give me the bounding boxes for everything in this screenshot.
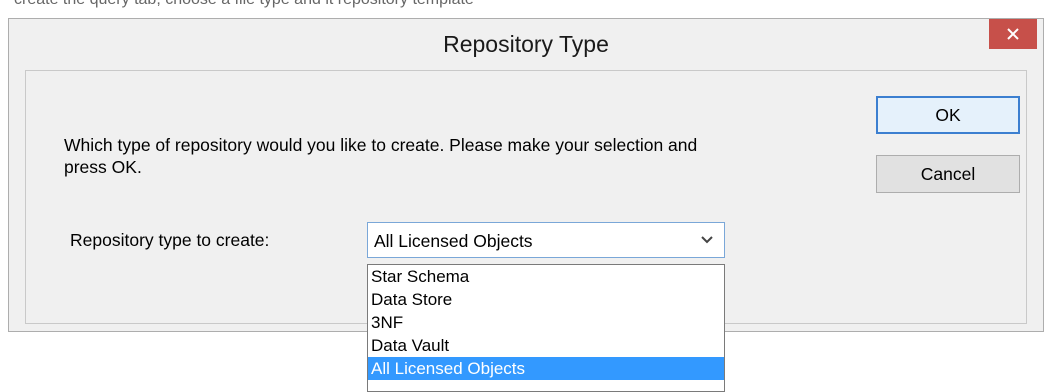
background-text: create the query tab, choose a file type… [14, 0, 474, 9]
option-star-schema[interactable]: Star Schema [368, 265, 724, 288]
option-data-vault[interactable]: Data Vault [368, 334, 724, 357]
background-window-strip: create the query tab, choose a file type… [0, 0, 1050, 20]
option-data-store[interactable]: Data Store [368, 288, 724, 311]
close-icon [1007, 28, 1019, 40]
ok-button[interactable]: OK [876, 96, 1020, 134]
repository-type-select[interactable]: All Licensed Objects [367, 222, 725, 258]
repository-type-label: Repository type to create: [70, 230, 270, 250]
prompt-line-2: press OK. [64, 157, 142, 177]
option-all-licensed-objects[interactable]: All Licensed Objects [368, 357, 724, 380]
prompt-line-1: Which type of repository would you like … [64, 135, 698, 155]
dialog-title: Repository Type [443, 31, 609, 57]
repository-type-dropdown-list: Star Schema Data Store 3NF Data Vault Al… [367, 264, 725, 392]
selected-value: All Licensed Objects [374, 231, 533, 251]
prompt-text: Which type of repository would you like … [64, 134, 864, 178]
title-bar[interactable]: Repository Type [9, 19, 1043, 69]
chevron-down-icon [701, 236, 713, 244]
cancel-button[interactable]: Cancel [876, 155, 1020, 193]
close-button[interactable] [989, 19, 1037, 49]
option-3nf[interactable]: 3NF [368, 311, 724, 334]
